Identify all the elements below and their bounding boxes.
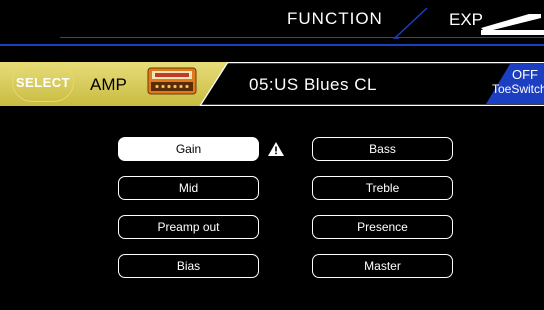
- param-treble-button[interactable]: Treble: [312, 176, 453, 200]
- param-gain-button[interactable]: Gain: [118, 137, 259, 161]
- function-slash-divider: [393, 7, 428, 39]
- exp-label[interactable]: EXP: [449, 10, 483, 30]
- header-divider: [0, 44, 544, 46]
- param-bass-button[interactable]: Bass: [312, 137, 453, 161]
- param-master-button[interactable]: Master: [312, 254, 453, 278]
- param-bias-button[interactable]: Bias: [118, 254, 259, 278]
- select-button[interactable]: SELECT: [12, 62, 74, 102]
- toeswitch-label[interactable]: ToeSwitch: [492, 82, 544, 96]
- param-mid-button[interactable]: Mid: [118, 176, 259, 200]
- expression-pedal-icon[interactable]: [479, 8, 544, 36]
- preset-name[interactable]: 05:US Blues CL: [249, 75, 377, 95]
- amp-module-label: AMP: [90, 75, 127, 94]
- toeswitch-state[interactable]: OFF: [512, 67, 538, 82]
- function-title: FUNCTION: [287, 9, 383, 28]
- amp-head-icon[interactable]: [147, 67, 197, 95]
- param-preamp-out-button[interactable]: Preamp out: [118, 215, 259, 239]
- header-underline: [60, 37, 544, 38]
- warning-icon: [268, 142, 284, 156]
- param-presence-button[interactable]: Presence: [312, 215, 453, 239]
